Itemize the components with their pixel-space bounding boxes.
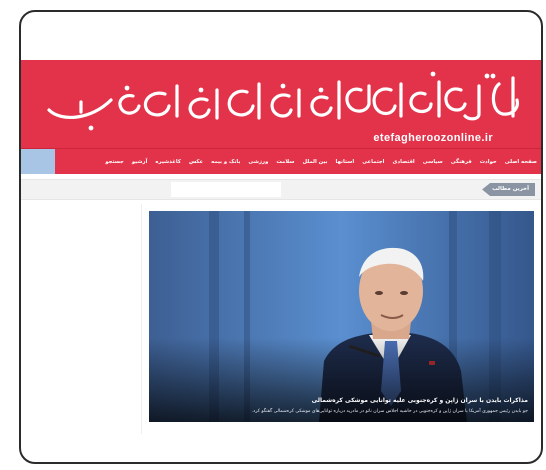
nav-item-economy[interactable]: اقتصادی [389,159,419,165]
nav-item-incidents[interactable]: حوادث [476,159,501,165]
site-domain: etefagheroozonline.ir [373,132,493,144]
browser-frame: etefagheroozonline.ir صفحه اصلی حوادث فر… [19,10,543,464]
featured-title[interactable]: مذاکرات بایدن با سران ژاپن و کره‌جنوبی ع… [312,397,528,404]
search-box[interactable] [21,149,55,174]
nav-item-search[interactable]: جستجو [101,159,128,165]
nav-item-bank-insurance[interactable]: بانک و بیمه [207,159,244,165]
nav-item-photo[interactable]: عکس [185,159,207,165]
site-header: etefagheroozonline.ir [21,60,541,148]
ticker-content[interactable] [171,182,281,197]
nav-item-politics[interactable]: سیاسی [419,159,447,165]
nav-item-archive[interactable]: آرشیو [128,159,152,165]
sidebar-column [21,204,142,434]
nav-item-paper[interactable]: کاغذشیره [151,159,185,165]
latest-news-label: آخرین مطالب [482,183,535,196]
nav-item-sports[interactable]: ورزشی [244,159,272,165]
nav-item-provinces[interactable]: استانها [332,159,359,165]
nav-item-culture[interactable]: فرهنگی [447,159,476,165]
nav-item-society[interactable]: اجتماعی [358,159,388,165]
featured-story[interactable]: مذاکرات بایدن با سران ژاپن و کره‌جنوبی ع… [149,211,534,422]
nav-item-international[interactable]: بین الملل [299,159,332,165]
nav-item-health[interactable]: سلامت [272,159,298,165]
nav-item-home[interactable]: صفحه اصلی [501,159,541,165]
latest-news-bar: آخرین مطالب [21,179,541,200]
main-nav: صفحه اصلی حوادث فرهنگی سیاسی اقتصادی اجت… [21,148,541,174]
featured-summary: جو بایدن رئیس جمهوری آمریکا با سران ژاپن… [251,409,528,414]
featured-image[interactable] [149,211,534,422]
